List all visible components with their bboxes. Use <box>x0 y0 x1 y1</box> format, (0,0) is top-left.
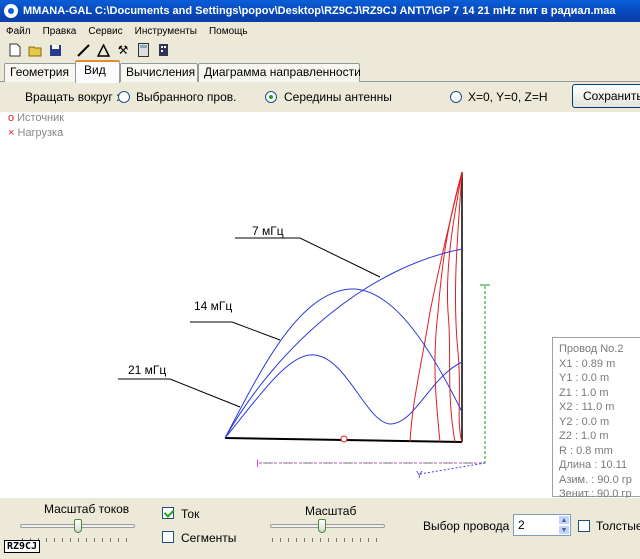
wire-info-row: Азим. : 90.0 гр <box>559 473 632 486</box>
menu-bar: Файл Правка Сервис Инструменты Помощь <box>0 22 640 40</box>
triangle-tool-icon[interactable] <box>94 41 112 59</box>
current-scale-thumb[interactable] <box>73 519 82 533</box>
rotate-bar: Вращать вокруг : Выбранного пров. Середи… <box>0 82 640 112</box>
wire-info-row: Z1 : 1.0 m <box>559 386 609 399</box>
new-file-icon[interactable] <box>6 41 24 59</box>
radio-selected-wire[interactable] <box>118 91 130 103</box>
rz9cj-badge: RZ9CJ <box>4 540 41 553</box>
source-marker <box>340 435 348 443</box>
current-radial-14 <box>224 288 463 439</box>
title-bar: MMANA-GAL C:\Documents and Settings\popo… <box>0 0 640 22</box>
tab-view[interactable]: Вид <box>75 60 120 83</box>
scale-label: Масштаб <box>305 504 357 518</box>
wire-select-value[interactable]: 2 <box>518 518 525 532</box>
menu-file[interactable]: Файл <box>0 26 37 37</box>
line-tool-icon[interactable] <box>74 41 92 59</box>
wire-info-row: Z2 : 1.0 m <box>559 430 609 442</box>
wire-select-label: Выбор провода <box>423 519 510 533</box>
leader-14 <box>190 321 281 341</box>
current-vertical-21 <box>447 171 463 443</box>
thick-checkbox[interactable] <box>578 520 590 532</box>
antenna-view-canvas[interactable]: o Источник × Нагрузка I Y 7 мГц 14 мГц 21 … <box>0 112 640 498</box>
scale-ticks <box>272 538 384 542</box>
label-7mhz: 7 мГц <box>252 224 284 238</box>
menu-help[interactable]: Помощь <box>203 26 254 37</box>
spin-down-icon[interactable]: ▼ <box>558 525 570 535</box>
wire-info-row: Y1 : 0.0 m <box>559 372 610 384</box>
wire-select-spinner[interactable]: 2 ▲ ▼ <box>513 514 571 536</box>
calculator-icon[interactable] <box>134 41 152 59</box>
rotate-label: Вращать вокруг : <box>25 90 120 104</box>
radio-selected-wire-label[interactable]: Выбранного пров. <box>136 90 236 104</box>
toolbar: ⚒ <box>0 40 640 60</box>
current-checkbox-label[interactable]: Ток <box>181 507 199 521</box>
menu-edit[interactable]: Правка <box>37 26 83 37</box>
menu-tools[interactable]: Инструменты <box>129 26 203 37</box>
radio-origin-label[interactable]: X=0, Y=0, Z=H <box>468 90 548 104</box>
tab-geometry[interactable]: Геометрия <box>4 63 76 82</box>
spin-up-icon[interactable]: ▲ <box>558 515 570 525</box>
leader-21 <box>118 378 241 408</box>
wire-info-panel: Провод No.2 X1 : 0.89 m Y1 : 0.0 m Z1 : … <box>552 337 640 498</box>
save-disk-icon[interactable] <box>46 41 64 59</box>
label-21mhz: 21 мГц <box>128 363 166 377</box>
current-radial-7 <box>224 248 463 439</box>
open-folder-icon[interactable] <box>26 41 44 59</box>
tab-pattern[interactable]: Диаграмма направленности <box>198 63 361 82</box>
axis-marker-z: Y <box>416 470 423 481</box>
radio-antenna-center-label[interactable]: Середины антенны <box>284 90 392 104</box>
wire-info-title: Провод No.2 <box>559 343 624 355</box>
radio-antenna-center[interactable] <box>265 91 277 103</box>
y-axis-line <box>259 285 486 464</box>
wire-info-row: X2 : 11.0 m <box>559 401 615 413</box>
wire-info-row: Y2 : 0.0 m <box>559 415 610 428</box>
segments-checkbox-label[interactable]: Сегменты <box>181 531 236 545</box>
antenna-drawing: I Y 7 мГц 14 мГц 21 мГц <box>118 171 490 481</box>
scale-thumb[interactable] <box>317 519 326 533</box>
app-icon <box>4 4 18 18</box>
scale-track[interactable] <box>270 524 385 528</box>
current-checkbox[interactable] <box>162 507 174 519</box>
label-14mhz: 14 мГц <box>194 299 232 313</box>
z-axis-line <box>419 462 486 475</box>
wire-info-row: Длина : 10.11 <box>559 459 628 471</box>
bottom-controls: Масштаб токов Ток Сегменты Масштаб Выбор… <box>0 498 640 559</box>
tools-icon[interactable]: ⚒ <box>114 41 132 59</box>
window-title: MMANA-GAL C:\Documents and Settings\popo… <box>23 5 616 17</box>
wire-info-row: Зенит.: 90.0 гр <box>559 488 632 498</box>
wire-info-row: R : 0.8 mm <box>559 444 613 457</box>
leader-7 <box>235 237 381 278</box>
menu-service[interactable]: Сервис <box>82 26 128 37</box>
wire-info-row: X1 : 0.89 m <box>559 357 616 370</box>
save-button[interactable]: Сохранить <box>572 84 640 108</box>
current-radial-21 <box>224 354 463 439</box>
segments-checkbox[interactable] <box>162 531 174 543</box>
radio-origin[interactable] <box>450 91 462 103</box>
tab-calculations[interactable]: Вычисления <box>120 63 198 82</box>
tab-strip: Геометрия Вид Вычисления Диаграмма напра… <box>0 60 640 83</box>
thick-checkbox-label[interactable]: Толстые <box>596 519 640 533</box>
building-icon[interactable] <box>154 41 172 59</box>
current-vertical-14 <box>434 171 463 443</box>
axis-marker-x: I <box>256 458 259 470</box>
current-scale-label: Масштаб токов <box>44 502 130 516</box>
